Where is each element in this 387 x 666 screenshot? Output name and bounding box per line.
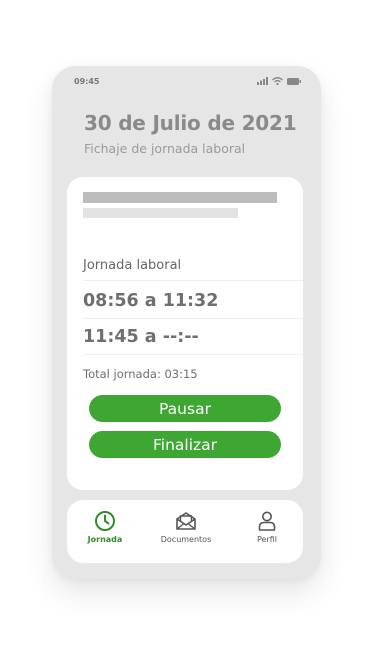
- placeholder-bar: [83, 192, 277, 203]
- status-bar: 09:45: [74, 75, 301, 87]
- clock-icon: [95, 511, 115, 531]
- nav-label: Documentos: [160, 535, 212, 544]
- mail-icon: [176, 512, 196, 530]
- date-title: 30 de Julio de 2021: [84, 111, 297, 135]
- total-time: Total jornada: 03:15: [83, 367, 198, 381]
- signal-icon: [257, 77, 268, 85]
- pause-button[interactable]: Pausar: [89, 395, 281, 422]
- nav-label: Jornada: [87, 535, 123, 544]
- nav-item-documentos[interactable]: Documentos: [155, 510, 217, 544]
- time-range-1: 08:56 a 11:32: [83, 283, 303, 319]
- status-icons: [257, 77, 301, 85]
- page-subtitle: Fichaje de jornada laboral: [84, 141, 246, 156]
- nav-label: Perfil: [256, 535, 277, 544]
- workday-card: Jornada laboral 08:56 a 11:32 11:45 a --…: [67, 177, 303, 490]
- phone-frame: 09:45 30 de Julio de 2021 Fichaje de jor…: [52, 66, 321, 579]
- section-label: Jornada laboral: [83, 251, 303, 281]
- placeholder-bar: [83, 208, 238, 218]
- finish-button[interactable]: Finalizar: [89, 431, 281, 458]
- bottom-nav: Jornada Documentos Perfil: [67, 500, 303, 563]
- battery-icon: [287, 77, 301, 85]
- wifi-icon: [272, 77, 283, 85]
- status-time: 09:45: [74, 76, 100, 86]
- nav-item-perfil[interactable]: Perfil: [247, 510, 287, 544]
- user-icon: [258, 511, 276, 531]
- time-range-2: 11:45 a --:--: [83, 319, 303, 355]
- nav-item-jornada[interactable]: Jornada: [85, 510, 125, 544]
